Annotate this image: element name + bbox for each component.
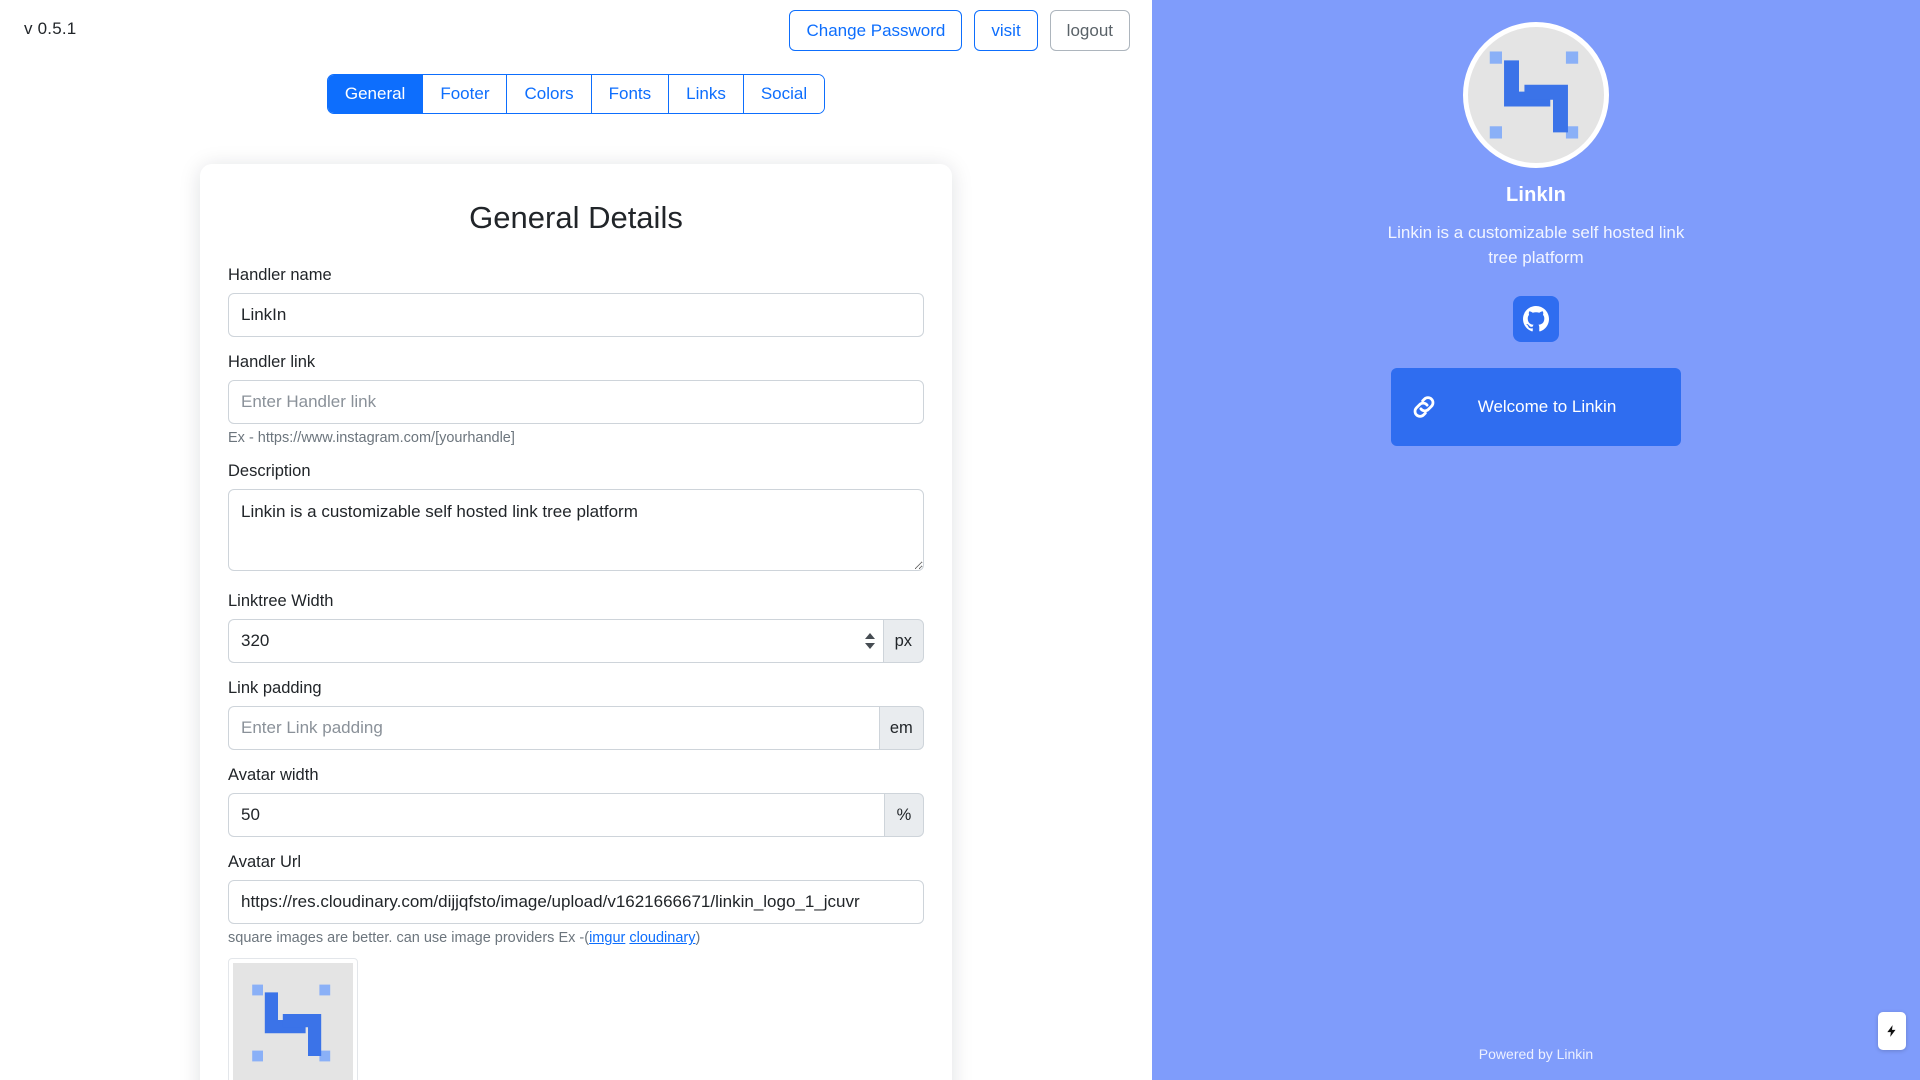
- description-textarea[interactable]: [228, 489, 924, 572]
- link-padding-label: Link padding: [228, 679, 322, 698]
- linkin-logo-icon: [233, 963, 353, 1080]
- settings-tabs: General Footer Colors Fonts Links Social: [326, 74, 826, 115]
- preview-link-item[interactable]: Welcome to Linkin: [1391, 368, 1681, 447]
- avatar-preview-thumbnail: [228, 958, 358, 1080]
- field-linktree-width: Linktree Width px: [228, 592, 924, 664]
- preview-social-list: [1513, 296, 1559, 343]
- tabs-container: General Footer Colors Fonts Links Social: [0, 74, 1152, 115]
- tab-links[interactable]: Links: [669, 75, 744, 114]
- handler-link-label: Handler link: [228, 353, 316, 372]
- linkin-logo-svg: [252, 984, 331, 1062]
- imgur-link[interactable]: imgur: [589, 930, 625, 946]
- field-handler-name: Handler name: [228, 266, 924, 338]
- bolt-icon: [1887, 1025, 1896, 1037]
- app-root: v 0.5.1 Change Password visit logout Gen…: [0, 0, 1920, 1080]
- tab-fonts[interactable]: Fonts: [591, 75, 670, 114]
- tab-colors[interactable]: Colors: [507, 75, 592, 114]
- avatar-url-label: Avatar Url: [228, 853, 302, 872]
- number-spinner-icon[interactable]: [864, 633, 875, 650]
- field-description: Description: [228, 462, 924, 576]
- handler-name-label: Handler name: [228, 266, 332, 285]
- handler-link-input[interactable]: [228, 380, 924, 425]
- handler-name-input[interactable]: [228, 293, 924, 338]
- linktree-width-group: px: [228, 619, 924, 664]
- topbar-actions: Change Password visit logout: [789, 10, 1130, 51]
- chain-link-icon: [1413, 396, 1435, 418]
- description-label: Description: [228, 462, 311, 481]
- preview-handler-name: LinkIn: [1505, 184, 1567, 206]
- github-icon: [1523, 306, 1549, 332]
- linktree-preview-pane: LinkIn Linkin is a customizable self hos…: [1152, 0, 1920, 1080]
- avatar-width-unit: %: [884, 793, 924, 838]
- linktree-width-input[interactable]: [228, 619, 883, 664]
- top-bar: v 0.5.1 Change Password visit logout: [0, 0, 1152, 58]
- linktree-width-label: Linktree Width: [228, 592, 334, 611]
- visit-button[interactable]: visit: [974, 10, 1038, 51]
- link-padding-input[interactable]: [228, 706, 879, 751]
- avatar-url-help-prefix: square images are better. can use image …: [228, 930, 590, 947]
- avatar-url-help: square images are better. can use image …: [228, 930, 924, 946]
- logout-button[interactable]: logout: [1049, 10, 1130, 51]
- cloudinary-link[interactable]: cloudinary: [629, 930, 695, 946]
- general-details-card-wrapper: General Details Handler name Handler lin…: [0, 164, 1152, 1080]
- avatar-url-input[interactable]: [228, 880, 924, 925]
- handler-link-help: Ex - https://www.instagram.com/[yourhand…: [228, 430, 515, 447]
- linktree-width-unit: px: [882, 619, 924, 664]
- tab-footer[interactable]: Footer: [423, 75, 508, 114]
- field-avatar-url: Avatar Url square images are better. can…: [228, 853, 924, 1080]
- field-handler-link: Handler link Ex - https://www.instagram.…: [228, 353, 924, 446]
- linktree-width-stepper: [228, 619, 883, 664]
- page-title: General Details: [469, 200, 683, 236]
- preview-avatar: [1463, 22, 1609, 168]
- social-link-github[interactable]: [1513, 296, 1559, 343]
- field-avatar-width: Avatar width %: [228, 766, 924, 838]
- general-details-card: General Details Handler name Handler lin…: [200, 164, 952, 1080]
- preview-links-list: Welcome to Linkin: [1391, 368, 1681, 447]
- change-password-button[interactable]: Change Password: [789, 10, 963, 51]
- tab-general[interactable]: General: [327, 75, 424, 114]
- avatar-width-input[interactable]: [228, 793, 884, 838]
- avatar-width-group: %: [228, 793, 924, 838]
- version-label: v 0.5.1: [24, 19, 77, 38]
- avatar-url-help-suffix: ): [695, 930, 701, 947]
- preview-footer: Powered by Linkin: [1478, 1046, 1594, 1062]
- linkin-logo-icon: [1489, 51, 1579, 139]
- avatar-width-label: Avatar width: [228, 766, 319, 785]
- link-padding-unit: em: [878, 706, 924, 751]
- preview-link-label: Welcome to Linkin: [1477, 397, 1617, 417]
- admin-pane: v 0.5.1 Change Password visit logout Gen…: [0, 0, 1152, 1080]
- preview-description: Linkin is a customizable self hosted lin…: [1387, 223, 1685, 267]
- link-padding-group: em: [228, 706, 924, 751]
- field-link-padding: Link padding em: [228, 679, 924, 751]
- tab-social[interactable]: Social: [743, 75, 825, 114]
- bolt-badge-button[interactable]: [1878, 1012, 1906, 1050]
